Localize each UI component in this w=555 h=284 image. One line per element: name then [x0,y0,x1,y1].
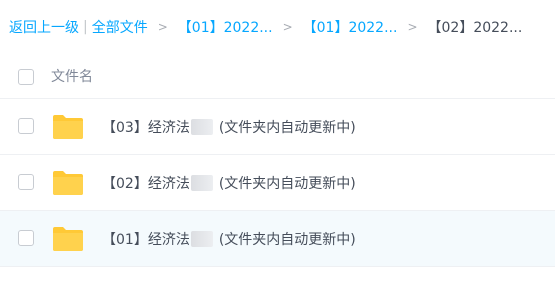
chevron-right-icon: > [282,20,293,34]
file-name[interactable]: 【03】经济法 (文件夹内自动更新中) [102,117,356,137]
file-name-prefix: 【03】经济法 [102,120,190,136]
breadcrumb: 返回上一级 | 全部文件 > 【01】2022... > 【01】2022...… [9,17,522,37]
breadcrumb-current: 【02】2022... [427,20,523,36]
file-name-prefix: 【01】经济法 [102,232,190,248]
chevron-right-icon: > [157,20,168,34]
select-all-checkbox[interactable] [18,69,34,85]
row-checkbox[interactable] [18,230,34,246]
file-name[interactable]: 【02】经济法 (文件夹内自动更新中) [102,173,356,193]
chevron-right-icon: > [407,20,418,34]
table-row[interactable]: 【03】经济法 (文件夹内自动更新中) [0,99,555,155]
folder-icon [53,227,83,251]
folder-icon [53,115,83,139]
file-name[interactable]: 【01】经济法 (文件夹内自动更新中) [102,229,356,249]
breadcrumb-folder-2[interactable]: 【01】2022... [303,17,398,37]
redacted-text [190,175,213,191]
breadcrumb-all-files[interactable]: 全部文件 [92,17,148,37]
breadcrumb-folder-1[interactable]: 【01】2022... [178,17,273,37]
column-header-name[interactable]: 文件名 [51,66,93,86]
table-row[interactable]: 【02】经济法 (文件夹内自动更新中) [0,155,555,211]
file-name-suffix: (文件夹内自动更新中) [218,120,356,136]
table-row[interactable]: 【01】经济法 (文件夹内自动更新中) [0,211,555,267]
file-name-prefix: 【02】经济法 [102,176,190,192]
row-checkbox[interactable] [18,174,34,190]
file-name-suffix: (文件夹内自动更新中) [218,176,356,192]
file-name-suffix: (文件夹内自动更新中) [218,232,356,248]
file-browser: 返回上一级 | 全部文件 > 【01】2022... > 【01】2022...… [0,0,555,284]
folder-icon [53,171,83,195]
breadcrumb-divider: | [83,19,88,35]
row-checkbox[interactable] [18,118,34,134]
back-link[interactable]: 返回上一级 [9,17,79,37]
redacted-text [190,231,213,247]
redacted-text [190,119,213,135]
table-header: 文件名 [0,56,555,99]
